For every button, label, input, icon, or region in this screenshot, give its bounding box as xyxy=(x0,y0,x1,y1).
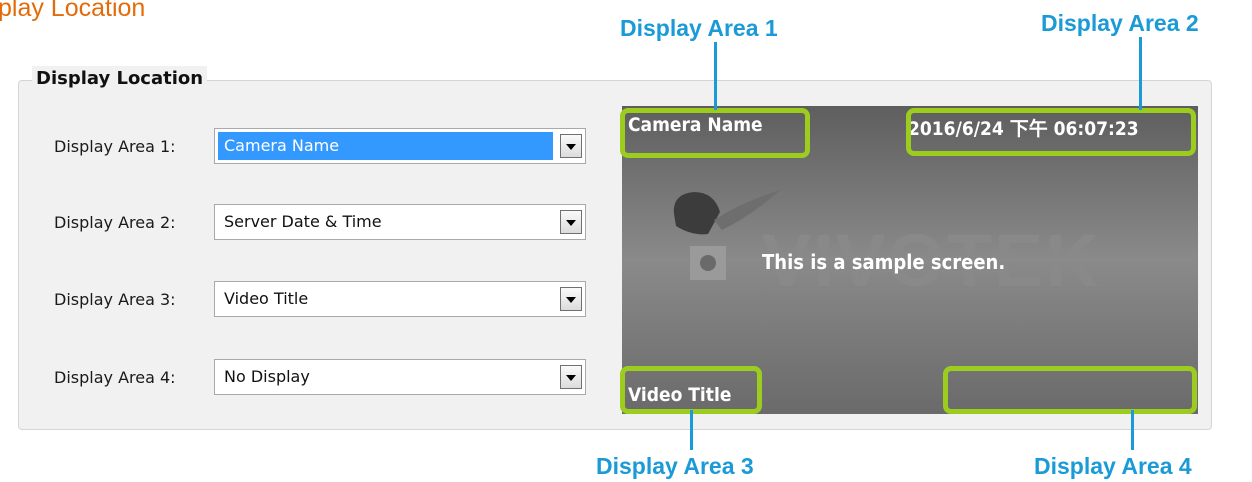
chevron-down-icon[interactable] xyxy=(560,210,582,234)
display-area-4-value: No Display xyxy=(224,367,310,386)
display-area-1-value: Camera Name xyxy=(218,132,553,160)
group-legend: Display Location xyxy=(32,66,208,92)
display-area-3-select[interactable]: Video Title xyxy=(214,281,586,317)
sample-screen-text: This is a sample screen. xyxy=(762,250,1006,274)
chevron-down-icon[interactable] xyxy=(560,365,582,389)
area-1-highlight xyxy=(620,108,810,158)
display-area-4-select[interactable]: No Display xyxy=(214,359,586,395)
callout-area-2-line xyxy=(1139,37,1142,110)
chevron-down-icon[interactable] xyxy=(560,287,582,311)
display-area-3-label: Display Area 3: xyxy=(54,290,176,309)
display-area-1-label: Display Area 1: xyxy=(54,137,176,156)
display-area-3-value: Video Title xyxy=(224,289,309,308)
callout-area-4: Display Area 4 xyxy=(1034,453,1192,479)
display-area-2-value: Server Date & Time xyxy=(224,212,382,231)
callout-area-3: Display Area 3 xyxy=(596,453,754,479)
callout-area-3-line xyxy=(690,410,693,450)
display-area-4-label: Display Area 4: xyxy=(54,368,176,387)
callout-area-4-line xyxy=(1131,410,1134,450)
area-4-highlight xyxy=(943,366,1197,414)
chevron-down-icon[interactable] xyxy=(560,134,582,158)
display-area-2-select[interactable]: Server Date & Time xyxy=(214,204,586,240)
callout-area-2: Display Area 2 xyxy=(1041,10,1199,36)
display-area-1-select[interactable]: Camera Name xyxy=(214,128,586,164)
display-area-2-label: Display Area 2: xyxy=(54,213,176,232)
area-2-highlight xyxy=(906,108,1196,156)
callout-area-1: Display Area 1 xyxy=(620,15,778,41)
area-3-highlight xyxy=(620,366,762,414)
page-title: play Location xyxy=(0,0,146,22)
callout-area-1-line xyxy=(714,42,717,110)
